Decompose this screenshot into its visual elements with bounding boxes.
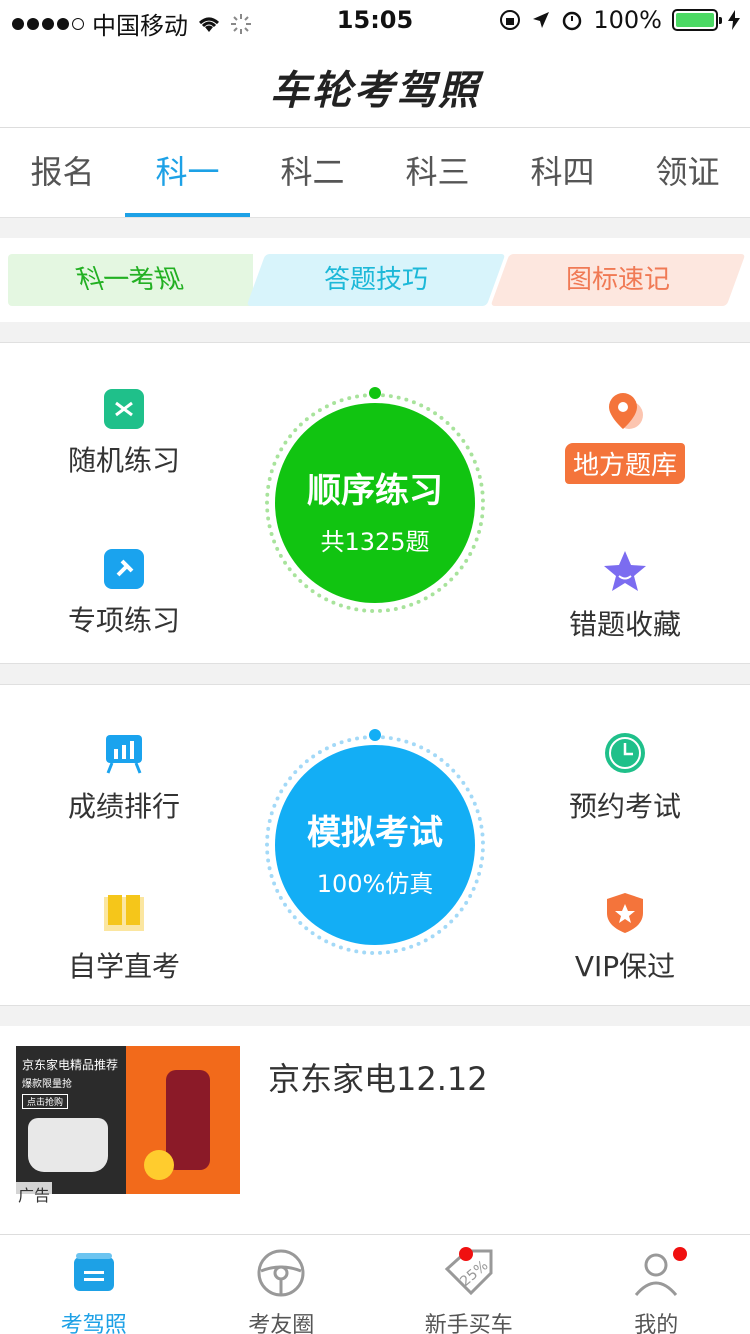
mistakes-button[interactable]: 错题收藏 <box>525 549 725 643</box>
vip-button[interactable]: VIP保过 <box>525 891 725 985</box>
ranking-button[interactable]: 成绩排行 <box>24 731 224 825</box>
notification-dot <box>459 1247 473 1261</box>
discount-badge-text: 25% <box>457 1258 491 1290</box>
leaderboard-icon <box>106 735 142 774</box>
practice-panel: 随机练习 专项练习 地方题库 错题收藏 顺序练习 共1325题 <box>0 342 750 664</box>
license-icon <box>73 1253 114 1291</box>
sequential-practice-title: 顺序练习 <box>307 471 443 511</box>
answer-tips-label: 答题技巧 <box>323 265 428 295</box>
fruit-image <box>144 1150 174 1180</box>
ad-card[interactable]: 京东家电精品推荐 爆款限量抢 点击抢购 广告 京东家电12.12 <box>0 1026 750 1234</box>
random-practice-label: 随机练习 <box>67 444 180 477</box>
location-icon <box>533 12 550 28</box>
mock-exam-button[interactable]: 模拟考试 100%仿真 <box>265 729 485 955</box>
status-bar: 中国移动 15:05 100% <box>0 0 750 40</box>
appointment-button[interactable]: 预约考试 <box>525 731 725 825</box>
charging-icon <box>728 10 740 30</box>
ad-tag: 广告 <box>16 1182 53 1206</box>
special-practice-label: 专项练习 <box>67 604 180 637</box>
mock-exam-title: 模拟考试 <box>307 813 443 853</box>
bottom-tab-bar: 考驾照 考友圈 25% 新手买车 我的 <box>0 1234 750 1334</box>
rice-cooker-image <box>28 1118 108 1172</box>
subject-tabs: 报名 科一 科二 科三 科四 领证 <box>0 128 750 218</box>
answer-tips-button[interactable]: 答题技巧 <box>246 254 506 306</box>
tab-buy-car[interactable]: 25% 新手买车 <box>375 1235 563 1334</box>
ranking-label: 成绩排行 <box>67 790 180 823</box>
tab-subject-three[interactable]: 科三 <box>375 128 500 217</box>
mock-exam-subtitle: 100%仿真 <box>316 870 434 898</box>
star-icon <box>604 551 646 591</box>
battery-icon <box>672 9 722 31</box>
sequential-practice-button[interactable]: 顺序练习 共1325题 <box>265 387 485 613</box>
tab-community-label: 考友圈 <box>248 1313 315 1334</box>
tab-community[interactable]: 考友圈 <box>188 1235 376 1334</box>
notification-dot <box>672 1247 687 1261</box>
map-pin-icon <box>609 393 643 429</box>
shield-icon <box>607 893 643 933</box>
exam-panel: 成绩排行 自学直考 预约考试 VIP保过 模拟考试 100%仿真 <box>0 684 750 1006</box>
rotation-lock-icon <box>500 10 521 30</box>
random-practice-button[interactable]: 随机练习 <box>24 389 224 479</box>
special-practice-button[interactable]: 专项练习 <box>24 549 224 639</box>
appointment-label: 预约考试 <box>568 790 681 823</box>
navigation-bar: 车轮考驾照 <box>0 40 750 128</box>
exam-rules-button[interactable]: 科一考规 <box>8 254 253 306</box>
ad-image-text-2: 爆款限量抢 <box>22 1079 72 1090</box>
tab-subject-four[interactable]: 科四 <box>500 128 625 217</box>
tab-signup[interactable]: 报名 <box>0 128 125 217</box>
ad-image-text-3: 点击抢购 <box>22 1094 69 1109</box>
ad-title[interactable]: 京东家电12.12 <box>268 1054 488 1100</box>
regional-bank-button[interactable]: 地方题库 <box>525 389 725 484</box>
tab-take-license-label: 考驾照 <box>60 1313 127 1334</box>
book-icon <box>104 895 144 931</box>
sign-memory-label: 图标速记 <box>565 265 670 295</box>
vip-label: VIP保过 <box>574 950 676 983</box>
app-logo: 车轮考驾照 <box>270 68 480 114</box>
self-study-label: 自学直考 <box>67 950 180 983</box>
question-count: 共1325题 <box>320 528 430 556</box>
sign-memory-button[interactable]: 图标速记 <box>490 254 746 306</box>
battery-percent: 100% <box>593 6 662 34</box>
quick-links: 科一考规 答题技巧 图标速记 <box>0 238 750 322</box>
clock-icon <box>605 733 645 773</box>
tab-license[interactable]: 领证 <box>625 128 750 217</box>
alarm-icon <box>563 11 582 31</box>
mistakes-label: 错题收藏 <box>568 608 681 641</box>
tab-buy-car-label: 新手买车 <box>424 1313 513 1334</box>
shuffle-icon <box>104 389 144 429</box>
ad-image[interactable]: 京东家电精品推荐 爆款限量抢 点击抢购 <box>16 1046 240 1194</box>
tab-mine-label: 我的 <box>634 1313 679 1334</box>
tab-subject-two[interactable]: 科二 <box>250 128 375 217</box>
juicer-image <box>166 1070 210 1170</box>
tab-mine[interactable]: 我的 <box>563 1235 750 1334</box>
tab-take-license[interactable]: 考驾照 <box>0 1235 188 1334</box>
self-study-button[interactable]: 自学直考 <box>24 891 224 985</box>
exam-rules-label: 科一考规 <box>73 265 188 295</box>
tab-subject-one[interactable]: 科一 <box>125 128 250 217</box>
steering-wheel-icon <box>257 1249 305 1297</box>
regional-bank-label: 地方题库 <box>564 443 685 484</box>
ad-image-text-1: 京东家电精品推荐 <box>22 1058 119 1072</box>
pin-icon <box>104 549 144 589</box>
